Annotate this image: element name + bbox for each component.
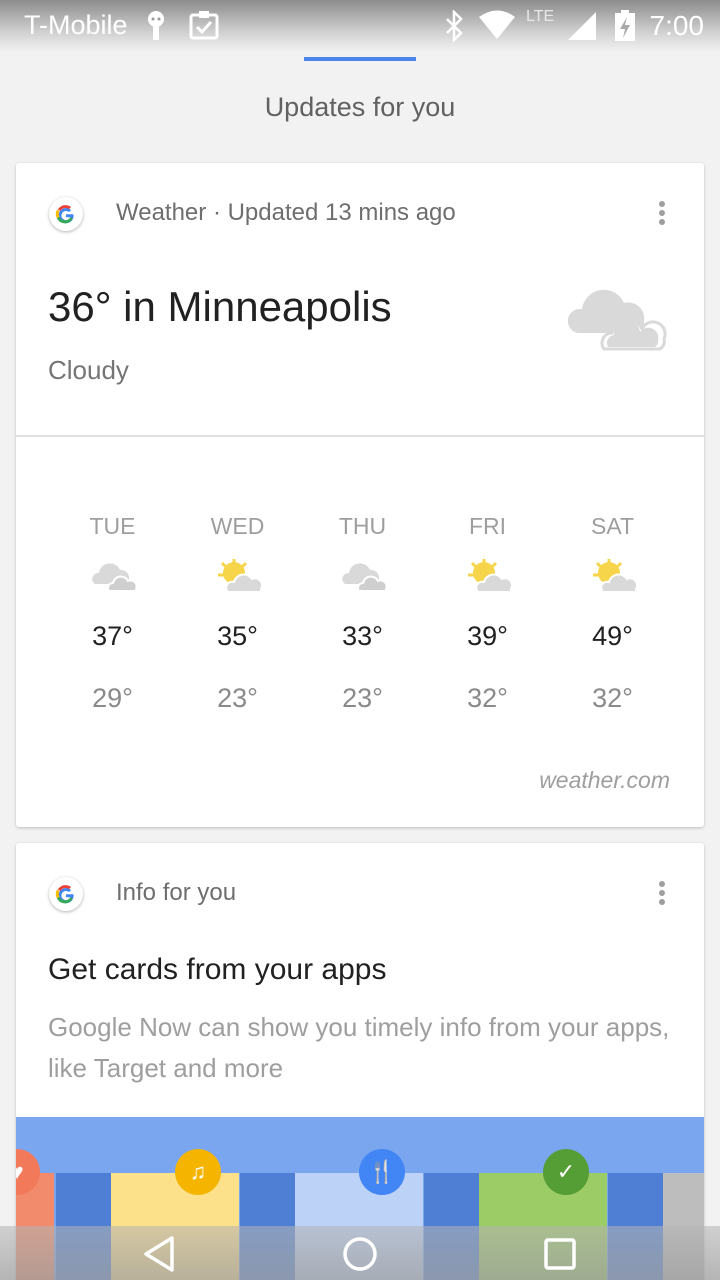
partly-sunny-icon (467, 559, 512, 593)
bluetooth-icon (446, 10, 463, 42)
forecast-low: 32° (592, 683, 633, 713)
info-card-title: Get cards from your apps (48, 953, 387, 986)
forecast-day[interactable]: FRI 39° 32° (425, 513, 550, 714)
cloudy-icon (341, 563, 387, 592)
battery-charging-icon (615, 10, 635, 41)
forecast-high: 39° (467, 621, 508, 651)
forecast-high: 37° (92, 621, 133, 651)
page-title: Updates for you (264, 92, 456, 122)
carrier-label: T-Mobile (24, 10, 128, 40)
overflow-menu-icon[interactable] (656, 881, 668, 909)
check-icon: ✓ (543, 1149, 589, 1195)
signal-icon (568, 12, 596, 40)
forecast-day[interactable]: TUE 37° 29° (50, 513, 175, 714)
restaurant-icon: 🍴 (359, 1149, 405, 1195)
weather-card[interactable]: Weather · Updated 13 mins ago 36° in Min… (16, 163, 704, 827)
android-icon (148, 11, 164, 40)
recents-icon[interactable] (536, 1230, 584, 1278)
navigation-bar (0, 1226, 720, 1280)
forecast-low: 32° (467, 683, 508, 713)
overflow-menu-icon[interactable] (656, 201, 668, 229)
partly-sunny-icon (217, 559, 262, 593)
back-icon[interactable] (136, 1230, 184, 1278)
forecast-day[interactable]: THU 33° 23° (300, 513, 425, 714)
forecast-day[interactable]: WED 35° 23° (175, 513, 300, 714)
tab-indicator (304, 57, 416, 61)
forecast-high: 49° (592, 621, 633, 651)
network-type-label: LTE (526, 8, 555, 25)
wifi-icon (479, 10, 515, 39)
home-icon[interactable] (336, 1230, 384, 1278)
clipboard-check-icon (189, 11, 219, 40)
weather-headline: 36° in Minneapolis (48, 283, 392, 330)
forecast-day-name: SAT (590, 513, 635, 539)
music-icon: ♫ (175, 1149, 221, 1195)
forecast-day[interactable]: SAT 49° 32° (550, 513, 675, 714)
google-logo-icon (49, 877, 83, 911)
weather-condition: Cloudy (48, 355, 129, 385)
forecast-day-name: TUE (89, 513, 136, 539)
forecast-day-name: FRI (468, 513, 507, 539)
attribution-link[interactable]: weather.com (539, 767, 670, 794)
forecast-day-name: WED (210, 513, 265, 539)
partly-sunny-icon (592, 559, 637, 593)
status-bar: T-Mobile LTE 7:00 (0, 0, 720, 52)
clock: 7:00 (649, 10, 705, 41)
card-source-label: Info for you (116, 879, 237, 906)
info-card-body: Google Now can show you timely info from… (48, 1012, 670, 1083)
forecast-low: 23° (217, 683, 258, 713)
forecast-day-name: THU (338, 513, 387, 539)
forecast-low: 29° (92, 683, 133, 713)
forecast-row: TUE 37° 29° WED 35° 23° THU 33° 23° FRI … (50, 513, 675, 714)
forecast-high: 33° (342, 621, 383, 651)
forecast-low: 23° (342, 683, 383, 713)
cloudy-icon (567, 289, 667, 351)
google-logo-icon (49, 197, 83, 231)
forecast-high: 35° (217, 621, 258, 651)
card-source-label: Weather · Updated 13 mins ago (116, 199, 456, 226)
cloudy-icon (91, 563, 137, 592)
card-divider (16, 435, 704, 437)
info-card[interactable]: Info for you Get cards from your apps Go… (16, 843, 704, 1280)
